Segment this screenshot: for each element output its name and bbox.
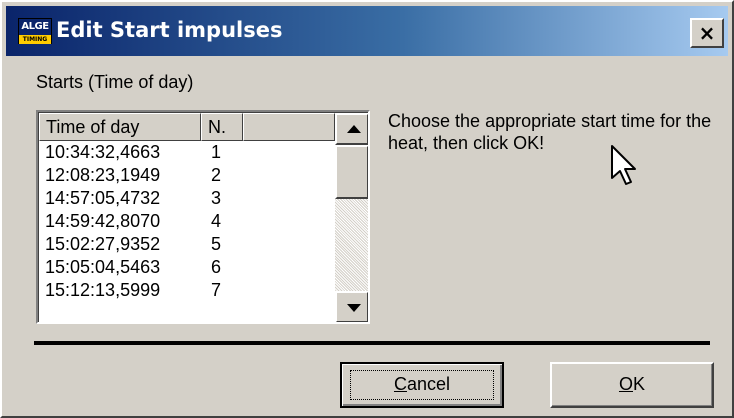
- close-button[interactable]: ×: [690, 18, 724, 48]
- list-header: Time of day N.: [39, 113, 335, 141]
- starts-list[interactable]: Time of day N. 10:34:32,4663 1 12:08:23,…: [36, 110, 370, 324]
- cancel-button[interactable]: Cancel: [340, 362, 504, 408]
- list-item[interactable]: 14:57:05,4732 3: [39, 187, 335, 210]
- mouse-cursor-icon: [611, 145, 636, 185]
- list-item-time: 15:02:27,9352: [45, 234, 161, 254]
- list-item-number: 1: [211, 142, 222, 162]
- list-item-number: 5: [211, 234, 222, 254]
- list-item-number: 3: [211, 188, 222, 208]
- separator-line: [34, 341, 710, 345]
- focus-rectangle: [350, 370, 494, 400]
- list-item[interactable]: 15:05:04,5463 6: [39, 256, 335, 279]
- scroll-down-icon: [347, 304, 361, 312]
- list-rows: 10:34:32,4663 1 12:08:23,1949 2 14:57:05…: [39, 141, 335, 322]
- list-item[interactable]: 15:02:27,9352 5: [39, 233, 335, 256]
- list-item-time: 15:12:13,5999: [45, 280, 161, 300]
- vertical-scrollbar[interactable]: [335, 113, 368, 322]
- column-header-time-of-day[interactable]: Time of day: [39, 113, 201, 141]
- app-logo-top-text: ALGE: [19, 19, 51, 35]
- list-item[interactable]: 14:59:42,8070 4: [39, 210, 335, 233]
- list-item[interactable]: 12:08:23,1949 2: [39, 164, 335, 187]
- scroll-up-button[interactable]: [335, 113, 368, 145]
- ok-label-rest: K: [633, 374, 646, 394]
- window-title: Edit Start impulses: [56, 18, 283, 42]
- scroll-down-button[interactable]: [335, 291, 368, 322]
- scroll-thumb[interactable]: [335, 145, 368, 199]
- close-icon: ×: [698, 21, 716, 45]
- edit-start-impulses-dialog: ALGE TIMING Edit Start impulses × Starts…: [0, 0, 734, 418]
- list-item-number: 6: [211, 257, 222, 277]
- app-logo-icon: ALGE TIMING: [18, 18, 52, 44]
- starts-list-inner: Time of day N. 10:34:32,4663 1 12:08:23,…: [38, 112, 368, 322]
- list-item-time: 14:59:42,8070: [45, 211, 161, 231]
- ok-mnemonic: O: [618, 374, 633, 394]
- list-item-time: 14:57:05,4732: [45, 188, 161, 208]
- column-header-empty[interactable]: [243, 113, 335, 141]
- title-bar[interactable]: ALGE TIMING Edit Start impulses ×: [6, 6, 728, 56]
- list-item[interactable]: 10:34:32,4663 1: [39, 141, 335, 164]
- list-item-time: 15:05:04,5463: [45, 257, 161, 277]
- scroll-up-icon: [347, 125, 361, 133]
- list-item-number: 7: [211, 280, 222, 300]
- column-header-number[interactable]: N.: [201, 113, 243, 141]
- list-item-time: 10:34:32,4663: [45, 142, 161, 162]
- ok-button[interactable]: OK: [550, 362, 714, 408]
- starts-group-label: Starts (Time of day): [36, 72, 194, 92]
- list-item-number: 4: [211, 211, 222, 231]
- app-logo-bottom-text: TIMING: [19, 35, 51, 44]
- instruction-text: Choose the appropriate start time for th…: [388, 111, 712, 153]
- list-item-time: 12:08:23,1949: [45, 165, 161, 185]
- list-item-number: 2: [211, 165, 222, 185]
- list-item[interactable]: 15:12:13,5999 7: [39, 279, 335, 302]
